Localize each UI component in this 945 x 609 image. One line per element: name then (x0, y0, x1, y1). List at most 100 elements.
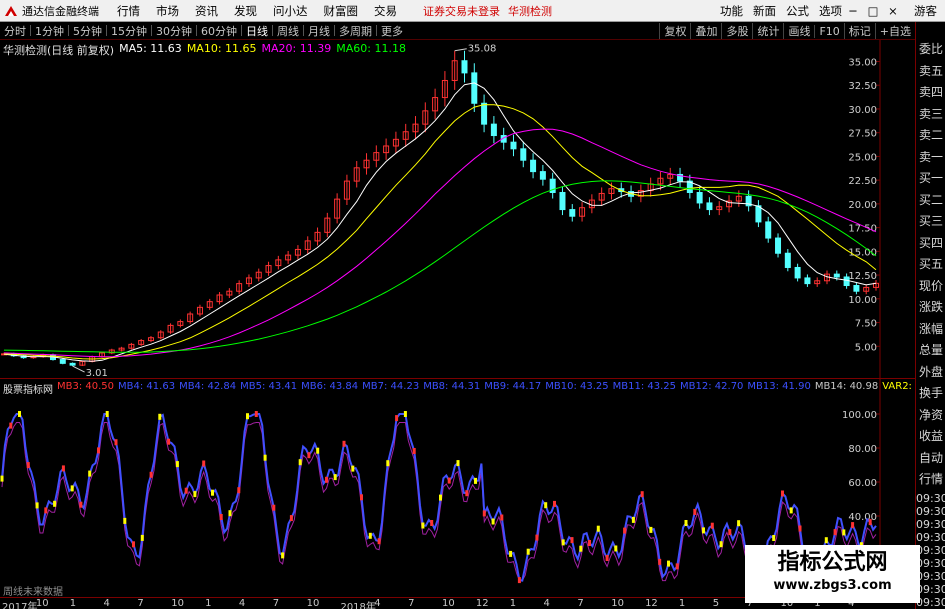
ma20-label: MA20: 11.39 (261, 42, 332, 55)
menu-gongneng[interactable]: 功能 (720, 3, 743, 19)
right-item-9[interactable]: 买四 (916, 234, 945, 251)
menu-caifuquan[interactable]: 财富圈 (324, 3, 359, 19)
indicator-mark (88, 470, 92, 477)
right-item-19[interactable]: 自动 (916, 449, 945, 466)
period-tab-6[interactable]: 日线 (242, 23, 272, 39)
chart-tool-7[interactable]: +自选 (874, 23, 915, 39)
right-item-11[interactable]: 现价 (916, 277, 945, 294)
right-item-20[interactable]: 行情 (916, 470, 945, 487)
chart-tool-5[interactable]: F10 (814, 24, 843, 38)
period-tab-0[interactable]: 分时 (0, 23, 30, 39)
right-item-7[interactable]: 买二 (916, 191, 945, 208)
indicator-mark (395, 415, 399, 422)
high-annotation-line (454, 48, 467, 52)
menu-xuanxiang[interactable]: 选项 (819, 3, 842, 19)
chart-tool-1[interactable]: 叠加 (690, 23, 721, 39)
right-item-6[interactable]: 买一 (916, 169, 945, 186)
login-notice[interactable]: 证券交易未登录 (423, 3, 500, 19)
period-tab-9[interactable]: 多周期 (335, 23, 376, 39)
indicator-mark (631, 516, 635, 523)
menu-jiaoyi[interactable]: 交易 (374, 3, 397, 19)
indicator-mark (649, 526, 653, 533)
period-tab-4[interactable]: 30分钟 (152, 23, 196, 39)
period-tab-10[interactable]: 更多 (377, 23, 407, 39)
period-tab-7[interactable]: 周线 (273, 23, 303, 39)
menu-gongshi[interactable]: 公式 (786, 3, 809, 19)
right-item-10[interactable]: 买五 (916, 255, 945, 272)
menu-zixun[interactable]: 资讯 (195, 3, 218, 19)
indicator-value-10: MB12: 42.70 (680, 381, 744, 392)
right-item-16[interactable]: 换手 (916, 384, 945, 401)
candle-body (490, 123, 497, 137)
indicator-mark (202, 460, 206, 467)
main-y-tick-label: 22.50 (848, 176, 877, 187)
indicator-mark (509, 550, 513, 557)
right-item-2[interactable]: 卖四 (916, 83, 945, 100)
period-toolbar: 分时 1分钟 5分钟 15分钟 30分钟 60分钟 日线 周线 月线 多周期 更多 复权 叠加 多股 统计画… (0, 22, 915, 40)
indicator-mark (246, 413, 249, 420)
indicator-mark (430, 520, 434, 526)
period-tab-5[interactable]: 60分钟 (197, 23, 241, 39)
date-tick: 12 (645, 598, 658, 609)
chart-tool-2[interactable]: 多股 (721, 23, 752, 39)
watermark-title: 指标公式网 (777, 550, 888, 575)
right-item-13[interactable]: 涨幅 (916, 320, 945, 337)
menu-wenxiaoda[interactable]: 问小达 (273, 3, 308, 19)
indicator-mark (623, 527, 627, 534)
right-item-1[interactable]: 卖五 (916, 62, 945, 79)
chart-tool-3[interactable]: 统计 (752, 23, 783, 39)
chart-tools: 复权 叠加 多股 统计 画线 F10 标记 +自选 (659, 22, 915, 40)
candle-body (755, 205, 762, 223)
indicator-value-2: MB4: 42.84 (179, 381, 237, 392)
right-item-18[interactable]: 收益 (916, 427, 945, 444)
candle-body (520, 148, 527, 161)
indicator-mark (579, 545, 583, 552)
right-item-17[interactable]: 净资 (916, 406, 945, 423)
indicator-mark (553, 500, 556, 507)
chart-tool-0[interactable]: 复权 (659, 23, 690, 39)
guest-label[interactable]: 游客 (914, 3, 937, 19)
date-tick: 12 (475, 598, 489, 609)
maximize-icon[interactable]: □ (864, 1, 882, 21)
period-tab-1[interactable]: 1分钟 (31, 23, 68, 39)
right-item-5[interactable]: 卖一 (916, 148, 945, 165)
candlestick-chart[interactable]: 35.00 32.50 30.00 27.50 25.00 22.50 20.00 17.50… (0, 40, 915, 378)
menu-shichang[interactable]: 市场 (156, 3, 179, 19)
indicator-mark (535, 534, 539, 541)
indicator-mark (421, 522, 425, 529)
period-tab-2[interactable]: 5分钟 (69, 23, 106, 39)
period-tab-8[interactable]: 月线 (304, 23, 334, 39)
date-tick: 1 (69, 598, 77, 609)
main-y-tick-label: 17.50 (848, 224, 877, 235)
minimize-icon[interactable]: ─ (844, 1, 862, 21)
indicator-value-0: MB3: 40.50 (57, 381, 115, 392)
right-item-14[interactable]: 总量 (916, 341, 945, 358)
ma-legend: 华测检测(日线 前复权) MA5: 11.63 MA10: 11.65 MA20… (3, 42, 406, 58)
indicator-mark (211, 489, 214, 496)
ind-y-tick-label: 40.00 (848, 512, 877, 523)
main-chart[interactable]: 35.00 32.50 30.00 27.50 25.00 22.50 20.00 17.50… (0, 40, 915, 378)
indicator-mark (684, 520, 688, 526)
menu-xinmian[interactable]: 新面 (753, 3, 776, 19)
chart-tool-6[interactable]: 标记 (843, 23, 875, 39)
right-item-0[interactable]: 委比 (916, 40, 945, 57)
indicator-mark (18, 411, 21, 417)
right-item-12[interactable]: 涨跌 (916, 298, 945, 315)
nodata-label: 周线未来数据 (3, 587, 63, 598)
ma-line-ma60 (3, 180, 877, 353)
close-icon[interactable]: × (884, 1, 902, 21)
indicator-mark (789, 507, 793, 514)
chart-tool-4[interactable]: 画线 (783, 23, 814, 39)
right-item-3[interactable]: 卖三 (916, 105, 945, 122)
ma5-label: MA5: 11.63 (119, 42, 182, 55)
period-tab-3[interactable]: 15分钟 (107, 23, 151, 39)
indicator-mark (842, 529, 846, 536)
watermark: 指标公式网 www.zbgs3.com (745, 545, 920, 603)
menu-faxian[interactable]: 发现 (234, 3, 257, 19)
main-y-tick-label: 10.00 (848, 295, 877, 306)
menu-hangqing[interactable]: 行情 (117, 3, 140, 19)
right-item-4[interactable]: 卖二 (916, 126, 945, 143)
right-item-15[interactable]: 外盘 (916, 363, 945, 380)
right-item-8[interactable]: 买三 (916, 212, 945, 229)
indicator-name[interactable]: 股票指标网 (3, 381, 53, 396)
